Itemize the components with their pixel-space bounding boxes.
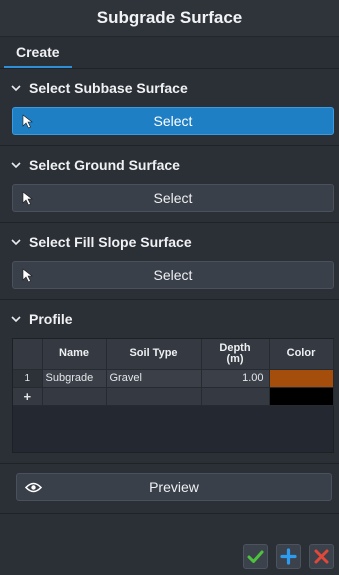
new-row[interactable]: +: [13, 387, 334, 406]
chevron-down-icon: [11, 162, 21, 169]
section-header-ground[interactable]: Select Ground Surface: [0, 146, 339, 184]
add-button[interactable]: [276, 543, 301, 569]
pointer-cursor-icon: [22, 268, 33, 283]
x-icon: [314, 549, 329, 563]
cell-name[interactable]: Subgrade: [42, 369, 107, 388]
cell-soil-type[interactable]: Gravel: [106, 369, 202, 388]
new-cell-soil-type[interactable]: [106, 387, 202, 406]
footer-bar: [0, 537, 339, 575]
preview-area: Preview: [0, 464, 339, 514]
section-header-subbase[interactable]: Select Subbase Surface: [0, 69, 339, 107]
column-header-soil-type[interactable]: Soil Type: [106, 339, 202, 370]
section-title-profile: Profile: [29, 311, 73, 327]
table-row[interactable]: 1 Subgrade Gravel 1.00: [13, 369, 334, 388]
new-cell-name[interactable]: [42, 387, 107, 406]
chevron-down-icon: [11, 85, 21, 92]
check-icon: [247, 550, 264, 563]
preview-button[interactable]: Preview: [16, 473, 332, 501]
column-header-name[interactable]: Name: [42, 339, 107, 370]
corner-header: [13, 339, 43, 370]
section-header-fill-slope[interactable]: Select Fill Slope Surface: [0, 223, 339, 261]
pointer-cursor-icon: [22, 191, 33, 206]
section-header-profile[interactable]: Profile: [0, 300, 339, 338]
section-ground: Select Ground Surface Select: [0, 146, 339, 223]
pointer-cursor-icon: [22, 114, 33, 129]
select-subbase-button[interactable]: Select: [12, 107, 334, 135]
select-fill-slope-label: Select: [153, 267, 193, 283]
profile-table[interactable]: Name Soil Type Depth (m) Color 1 Subgrad…: [12, 338, 334, 453]
new-cell-depth[interactable]: [201, 387, 270, 406]
add-row-marker[interactable]: +: [13, 387, 43, 406]
new-cell-color-swatch[interactable]: [269, 387, 334, 406]
select-fill-slope-button[interactable]: Select: [12, 261, 334, 289]
ok-button[interactable]: [243, 543, 268, 569]
section-fill-slope: Select Fill Slope Surface Select: [0, 223, 339, 300]
preview-label: Preview: [149, 479, 199, 495]
column-header-color[interactable]: Color: [269, 339, 334, 370]
tab-create[interactable]: Create: [4, 37, 72, 68]
select-ground-label: Select: [153, 190, 193, 206]
column-header-depth[interactable]: Depth (m): [201, 339, 270, 370]
cell-color-swatch[interactable]: [269, 369, 334, 388]
section-subbase: Select Subbase Surface Select: [0, 69, 339, 146]
window-title: Subgrade Surface: [0, 0, 339, 37]
section-title-fill-slope: Select Fill Slope Surface: [29, 234, 192, 250]
chevron-down-icon: [11, 239, 21, 246]
section-title-subbase: Select Subbase Surface: [29, 80, 188, 96]
tab-bar: Create: [0, 37, 339, 69]
select-ground-button[interactable]: Select: [12, 184, 334, 212]
select-subbase-label: Select: [153, 113, 193, 129]
section-profile: Profile Name Soil Type Depth (m) Color 1…: [0, 300, 339, 464]
chevron-down-icon: [11, 316, 21, 323]
eye-icon: [25, 482, 42, 493]
plus-icon: [280, 547, 297, 565]
cancel-button[interactable]: [309, 543, 334, 569]
cell-depth[interactable]: 1.00: [201, 369, 270, 388]
section-title-ground: Select Ground Surface: [29, 157, 180, 173]
row-index: 1: [13, 369, 43, 388]
